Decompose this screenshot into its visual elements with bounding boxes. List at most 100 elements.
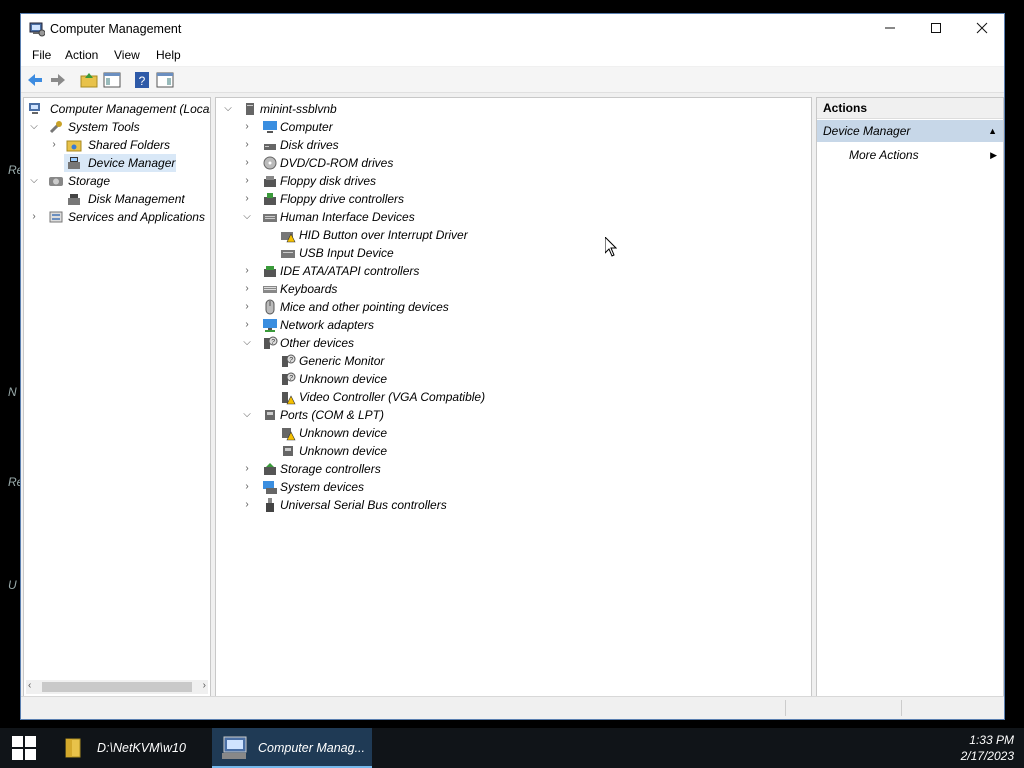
scroll-left-icon[interactable]: ‹ — [28, 680, 31, 691]
close-icon — [976, 22, 988, 34]
chevron-right-icon[interactable]: › — [241, 154, 253, 172]
computer-management-icon — [222, 736, 247, 759]
chevron-right-icon[interactable]: › — [241, 316, 253, 334]
services-icon — [49, 211, 63, 223]
actions-pane: Actions Device Manager ▲ More Actions ▶ — [816, 97, 1004, 697]
chevron-down-icon[interactable]: ⌵ — [241, 208, 253, 226]
close-button[interactable] — [959, 14, 1005, 44]
actions-header: Actions — [817, 98, 1003, 119]
svg-text:?: ? — [139, 74, 146, 88]
computer-icon — [246, 103, 254, 115]
chevron-right-icon[interactable]: › — [241, 298, 253, 316]
keyboard-icon — [263, 286, 277, 293]
warning-device-icon — [282, 428, 296, 441]
status-divider — [785, 700, 786, 716]
clock-time: 1:33 PM — [969, 733, 1014, 747]
up-folder-icon[interactable] — [79, 70, 99, 90]
hid-icon — [281, 250, 295, 258]
taskbar: D:\NetKVM\w10 Computer Manag... 1:33 PM … — [0, 728, 1024, 768]
chevron-down-icon[interactable]: ⌵ — [241, 406, 253, 424]
system-clock[interactable]: 1:33 PM 2/17/2023 — [961, 732, 1014, 764]
menu-file[interactable]: File — [32, 48, 51, 62]
collapse-up-icon[interactable]: ▲ — [988, 120, 997, 142]
horizontal-scrollbar[interactable]: ‹ › — [26, 680, 208, 694]
chevron-down-icon[interactable]: ⌵ — [241, 334, 253, 352]
chevron-right-icon[interactable]: › — [241, 460, 253, 478]
actions-section-label: Device Manager — [823, 124, 911, 138]
monitor-icon — [263, 121, 277, 133]
toolbar: ? — [21, 67, 1004, 93]
computer-management-icon — [29, 103, 40, 114]
chevron-down-icon[interactable]: ⌵ — [28, 172, 40, 190]
maximize-button[interactable] — [913, 14, 959, 44]
chevron-right-icon[interactable]: › — [241, 280, 253, 298]
menu-help[interactable]: Help — [156, 48, 181, 62]
device-tree-pane: ⌵ minint-ssblvnb › Computer › Disk drive… — [215, 97, 812, 697]
warning-device-icon — [282, 392, 296, 405]
port-icon — [283, 446, 293, 456]
chevron-right-icon[interactable]: › — [241, 172, 253, 190]
hid-icon — [263, 214, 277, 222]
taskbar-file-explorer[interactable]: D:\NetKVM\w10 — [52, 728, 206, 768]
device-manager-icon — [68, 157, 80, 169]
unknown-device-icon: ? — [264, 336, 278, 349]
chevron-right-icon[interactable]: › — [28, 208, 40, 226]
show-hide-action-pane-icon[interactable] — [155, 70, 175, 90]
floppy-drive-icon — [264, 176, 276, 187]
help-icon[interactable]: ? — [132, 70, 152, 90]
windows-logo-icon — [12, 736, 36, 760]
clock-date: 2/17/2023 — [960, 749, 1014, 763]
chevron-right-icon[interactable]: › — [241, 190, 253, 208]
svg-text:?: ? — [271, 339, 275, 346]
warning-device-icon — [281, 232, 296, 243]
usb-icon — [266, 498, 274, 512]
folder-icon — [65, 738, 81, 758]
chevron-right-icon[interactable]: › — [241, 262, 253, 280]
window-title: Computer Management — [50, 22, 182, 36]
chevron-down-icon[interactable]: ⌵ — [222, 100, 234, 118]
port-icon — [265, 410, 275, 420]
shared-folder-icon — [66, 140, 82, 152]
mouse-cursor-icon — [605, 237, 617, 257]
chevron-right-icon[interactable]: › — [241, 136, 253, 154]
chevron-right-icon[interactable]: › — [48, 136, 60, 154]
menu-bar: File Action View Help — [21, 44, 1004, 66]
chevron-right-icon[interactable]: › — [241, 118, 253, 136]
taskbar-computer-management[interactable]: Computer Manag... — [212, 728, 372, 768]
title-bar[interactable]: Computer Management — [21, 14, 1004, 44]
mouse-icon — [265, 299, 275, 315]
storage-icon — [49, 177, 63, 186]
forward-arrow-icon[interactable] — [48, 70, 68, 90]
scrollbar-thumb[interactable] — [42, 682, 192, 692]
actions-section-device-manager[interactable]: Device Manager ▲ — [817, 120, 1003, 142]
maximize-icon — [931, 23, 941, 33]
unknown-device-icon: ? — [282, 354, 296, 367]
start-button[interactable] — [0, 728, 48, 768]
submenu-arrow-icon: ▶ — [990, 150, 997, 160]
desktop-icon-label: U — [8, 578, 17, 592]
taskbar-explorer-label: D:\NetKVM\w10 — [97, 741, 186, 755]
show-hide-console-tree-icon[interactable] — [102, 70, 122, 90]
chevron-right-icon[interactable]: › — [241, 496, 253, 514]
computer-management-icon — [29, 22, 45, 37]
more-actions-label: More Actions — [849, 148, 919, 162]
controller-icon — [264, 193, 276, 205]
dvd-drive-icon — [263, 156, 277, 170]
chevron-down-icon[interactable]: ⌵ — [28, 118, 40, 136]
disk-management-icon — [68, 194, 80, 205]
minimize-button[interactable] — [867, 14, 913, 44]
disk-drive-icon — [264, 144, 276, 150]
chevron-right-icon[interactable]: › — [241, 478, 253, 496]
scroll-right-icon[interactable]: › — [203, 680, 206, 691]
more-actions-item[interactable]: More Actions ▶ — [817, 146, 1003, 164]
menu-action[interactable]: Action — [65, 48, 98, 62]
ide-controller-icon — [264, 266, 276, 277]
back-arrow-icon[interactable] — [25, 70, 45, 90]
svg-text:?: ? — [289, 357, 293, 364]
taskbar-compmgmt-label: Computer Manag... — [258, 741, 365, 755]
svg-text:?: ? — [289, 375, 293, 382]
minimize-icon — [885, 27, 895, 29]
desktop-icon-label: N — [8, 385, 17, 399]
menu-view[interactable]: View — [114, 48, 140, 62]
storage-controller-icon — [264, 463, 276, 475]
